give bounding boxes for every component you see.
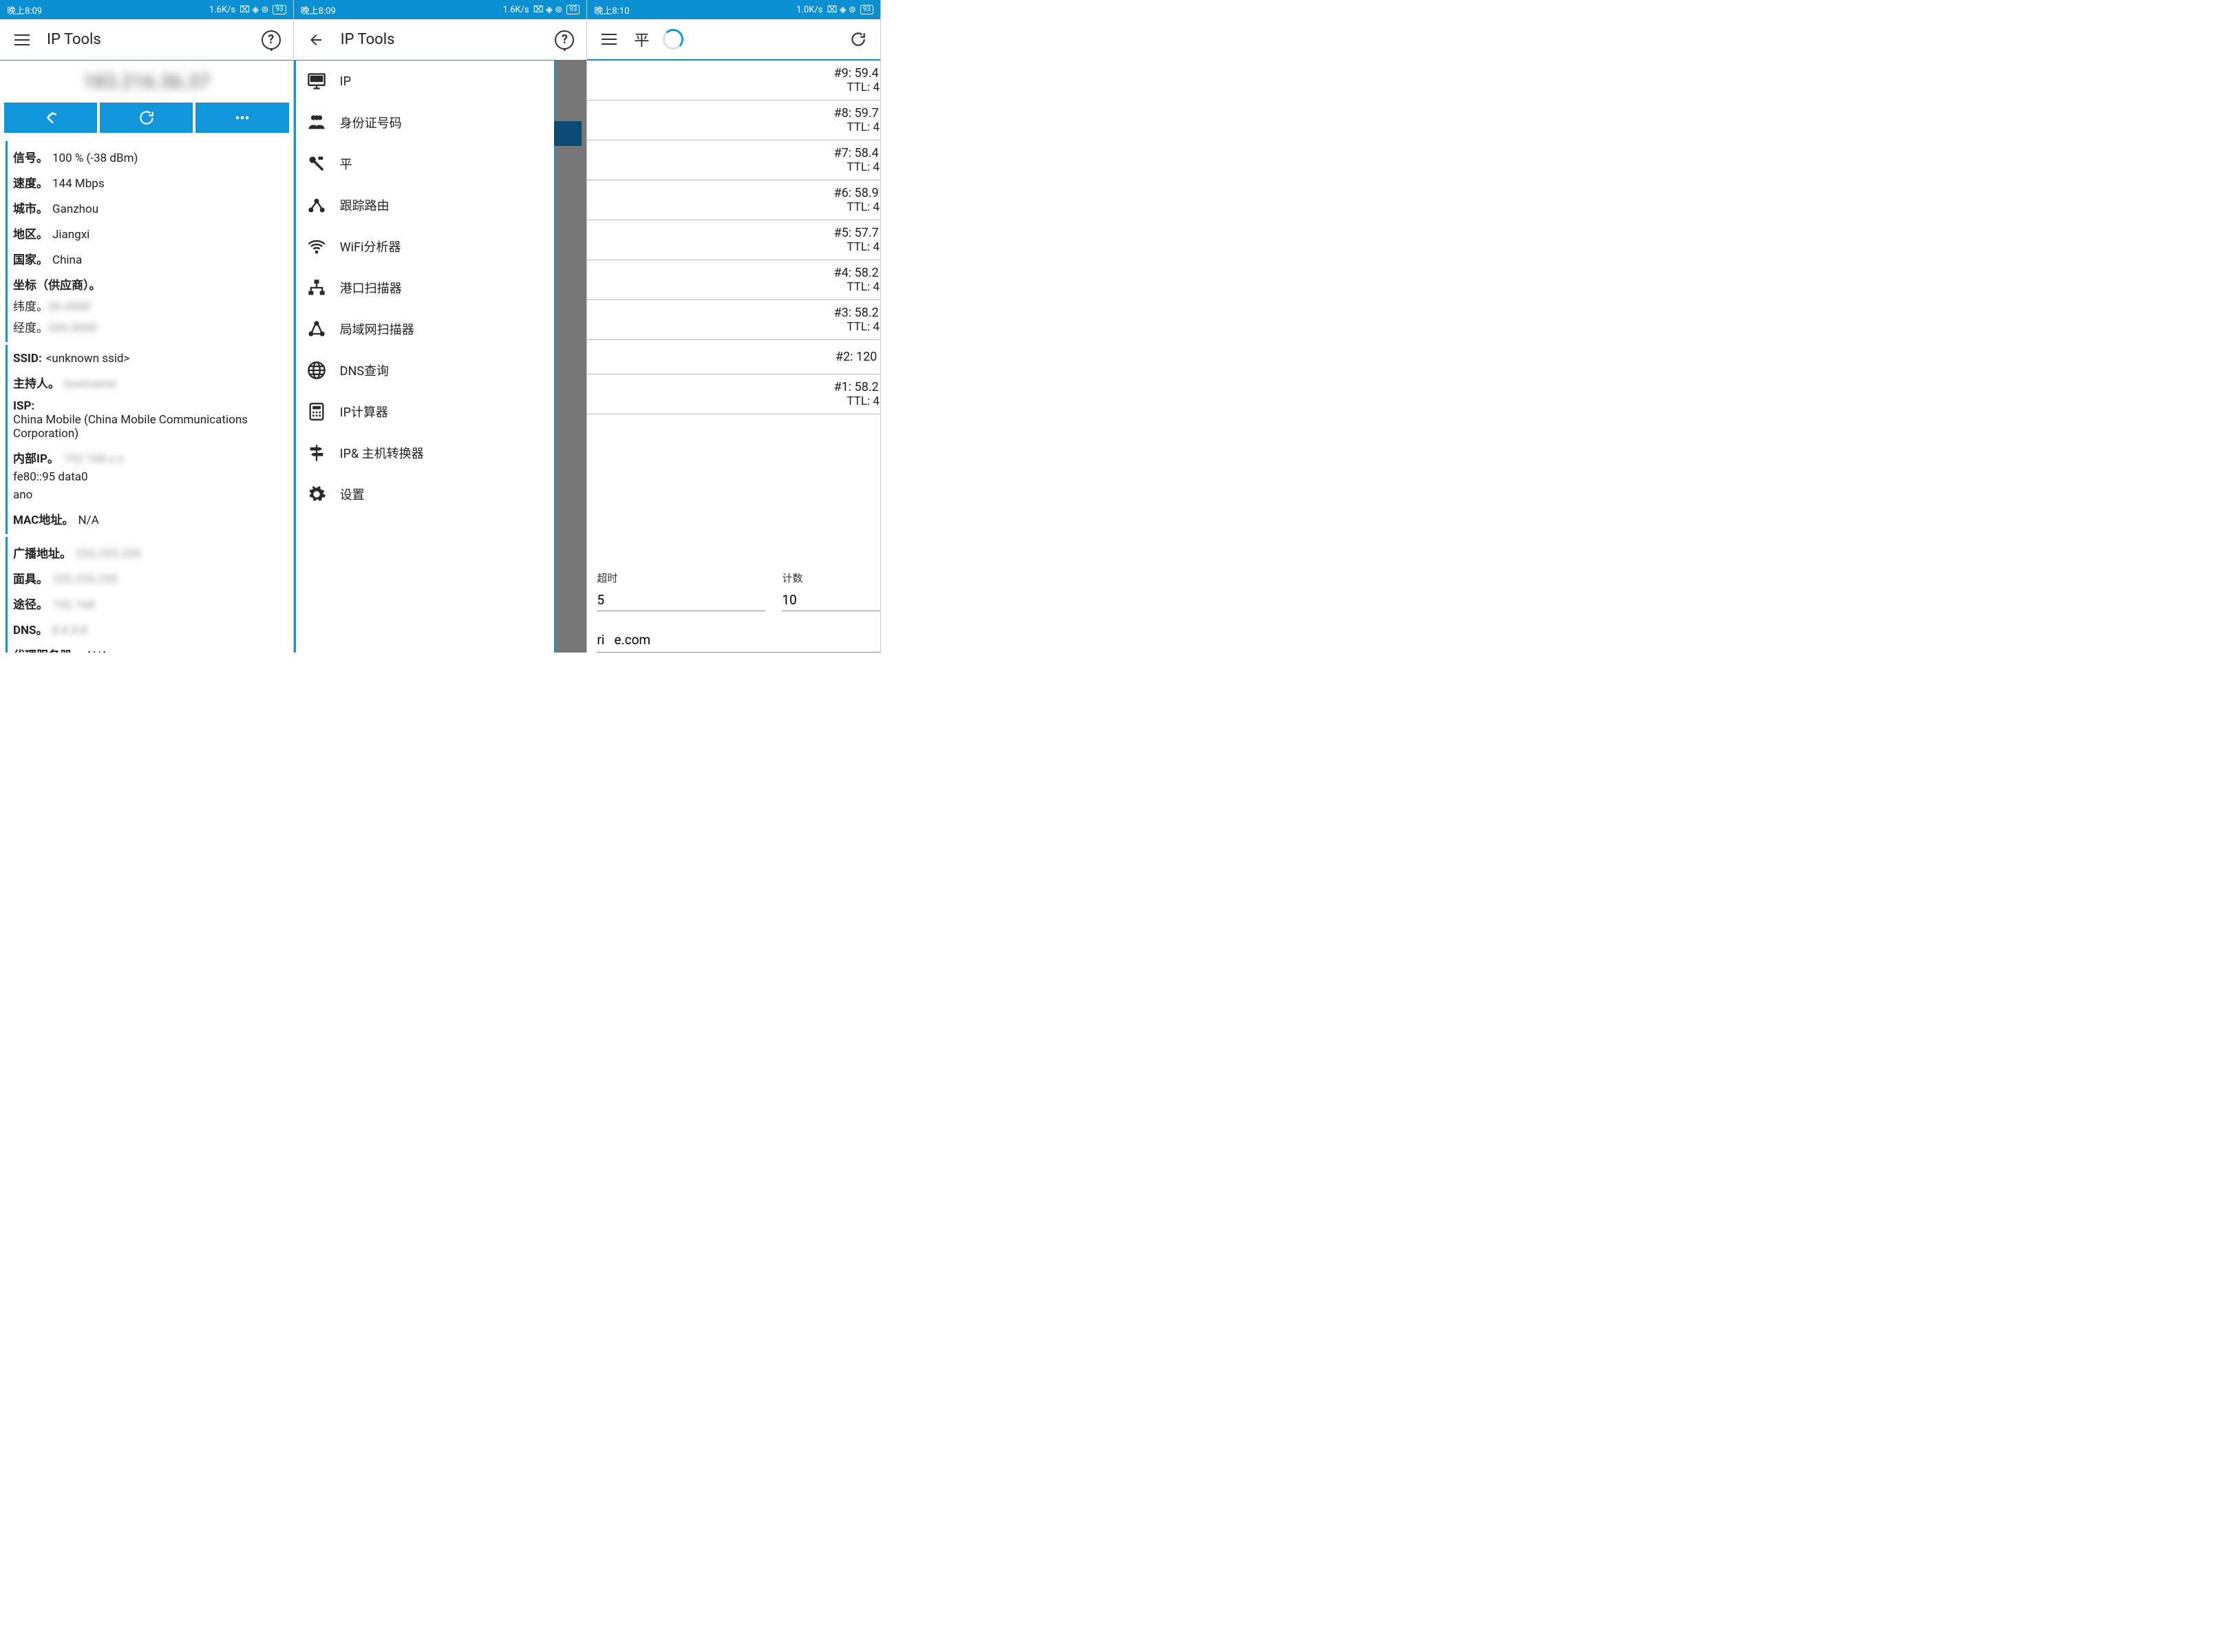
ports-icon: [306, 277, 328, 299]
count-input[interactable]: [782, 589, 881, 611]
count-label: 计数: [782, 571, 881, 585]
app-bar: 平: [587, 19, 880, 61]
ping-result-row: #5: 57.7 msTTL: 48: [587, 220, 881, 260]
app-bar: IP Tools ?: [0, 19, 293, 61]
hamburger-icon: [14, 34, 30, 45]
nav-item-whois[interactable]: 身份证号码: [296, 102, 554, 143]
status-bar: 晚上8:09 1.6K/s ⌧ ◈ ⊚ 93: [294, 0, 587, 19]
refresh-icon: [849, 30, 867, 48]
ping-result-row: #7: 58.4 msTTL: 48: [587, 140, 881, 180]
host-input[interactable]: [597, 628, 881, 653]
info-section-network: SSID:<unknown ssid> 主持人。hostname ISP:Chi…: [6, 345, 293, 534]
nav-item-lan-scanner[interactable]: 局域网扫描器: [296, 308, 554, 350]
nav-item-ip[interactable]: IP: [296, 61, 554, 102]
screenshot-2: 晚上8:09 1.6K/s ⌧ ◈ ⊚ 93 IP Tools ? IP 身份证…: [294, 0, 588, 653]
status-right: 1.6K/s ⌧ ◈ ⊚ 93: [209, 5, 286, 15]
nav-item-port-scanner[interactable]: 港口扫描器: [296, 267, 554, 308]
nav-item-traceroute[interactable]: 跟踪路由: [296, 184, 554, 226]
calculator-icon: [306, 401, 328, 423]
nav-item-ping[interactable]: 平: [296, 143, 554, 184]
monitor-icon: [306, 70, 328, 92]
app-title: IP Tools: [47, 31, 246, 48]
back-button[interactable]: [4, 103, 97, 133]
more-button[interactable]: [195, 103, 288, 133]
gear-icon: [306, 483, 328, 505]
page-title: 平: [634, 28, 649, 50]
ping-icon: [306, 153, 328, 175]
coords-header: 坐标（供应商）。: [13, 275, 101, 293]
globe-icon: [306, 359, 328, 381]
menu-button[interactable]: [598, 28, 620, 50]
nav-item-dns-lookup[interactable]: DNS查询: [296, 350, 554, 391]
refresh-button[interactable]: [847, 28, 869, 50]
ping-result-row: #1: 58.2 msTTL: 48: [587, 374, 881, 414]
ping-results-list[interactable]: #9: 59.4 msTTL: 48#8: 59.7 msTTL: 48#7: …: [587, 61, 881, 565]
nav-drawer[interactable]: IP 身份证号码 平 跟踪路由 WiFi分析器 港口扫描器: [294, 61, 555, 653]
ping-result-row: #9: 59.4 msTTL: 48: [587, 61, 881, 100]
hamburger-icon: [602, 34, 617, 45]
ping-result-row: #3: 58.2 msTTL: 48: [587, 300, 881, 340]
status-bar: 晚上8:10 1.0K/s ⌧ ◈ ⊚ 93: [587, 0, 880, 19]
back-arrow-icon: [41, 108, 61, 127]
help-icon: ?: [262, 30, 281, 50]
nav-item-ip-host-converter[interactable]: IP& 主机转换器: [296, 432, 554, 474]
help-icon: ?: [555, 30, 574, 50]
help-button[interactable]: ?: [553, 29, 575, 51]
ping-result-row: #8: 59.7 msTTL: 48: [587, 100, 881, 140]
screenshot-3: 晚上8:10 1.0K/s ⌧ ◈ ⊚ 93 平 #9: 59.4 msTTL:…: [587, 0, 881, 653]
info-scroll[interactable]: 183.216.36.37 信号。100 % (-38 dBm) 速度。144 …: [0, 61, 293, 653]
nav-item-wifi-analyzer[interactable]: WiFi分析器: [296, 226, 554, 267]
back-button[interactable]: [305, 29, 327, 51]
screenshot-1: 晚上8:09 1.6K/s ⌧ ◈ ⊚ 93 IP Tools ? 183.21…: [0, 0, 294, 653]
trace-icon: [306, 194, 328, 216]
status-bar: 晚上8:09 1.6K/s ⌧ ◈ ⊚ 93: [0, 0, 293, 19]
ping-params: 超时 计数 数据包大小: [587, 565, 881, 617]
nav-item-ip-calculator[interactable]: IP计算器: [296, 391, 554, 432]
refresh-button[interactable]: [100, 103, 193, 133]
info-section-basic: 信号。100 % (-38 dBm) 速度。144 Mbps 城市。Ganzho…: [6, 141, 293, 342]
info-section-addresses: 广播地址。255.255.255 面具。255.255.255 途径。192.1…: [6, 537, 293, 653]
host-row: [587, 617, 881, 653]
ping-result-row: #6: 58.9 msTTL: 48: [587, 180, 881, 220]
wifi-icon: [306, 235, 328, 257]
people-icon: [306, 112, 328, 134]
timeout-label: 超时: [597, 571, 765, 585]
timeout-input[interactable]: [597, 589, 765, 611]
ping-result-row: #2: 120 ms: [587, 340, 881, 374]
signpost-icon: [306, 442, 328, 464]
ping-result-row: #4: 58.2 msTTL: 48: [587, 260, 881, 300]
action-row: [0, 103, 293, 141]
lan-icon: [306, 318, 328, 340]
status-time: 晚上8:09: [7, 3, 42, 17]
external-ip: 183.216.36.37: [0, 63, 293, 103]
app-bar: IP Tools ?: [294, 19, 587, 61]
menu-button[interactable]: [11, 29, 33, 51]
loading-spinner-icon: [663, 29, 683, 50]
app-title: IP Tools: [341, 31, 540, 48]
nav-item-settings[interactable]: 设置: [296, 474, 554, 515]
back-arrow-icon: [308, 32, 324, 48]
help-button[interactable]: ?: [260, 29, 282, 51]
more-dots-icon: [233, 108, 252, 127]
refresh-icon: [138, 109, 156, 127]
drawer-scrim[interactable]: [555, 61, 587, 653]
